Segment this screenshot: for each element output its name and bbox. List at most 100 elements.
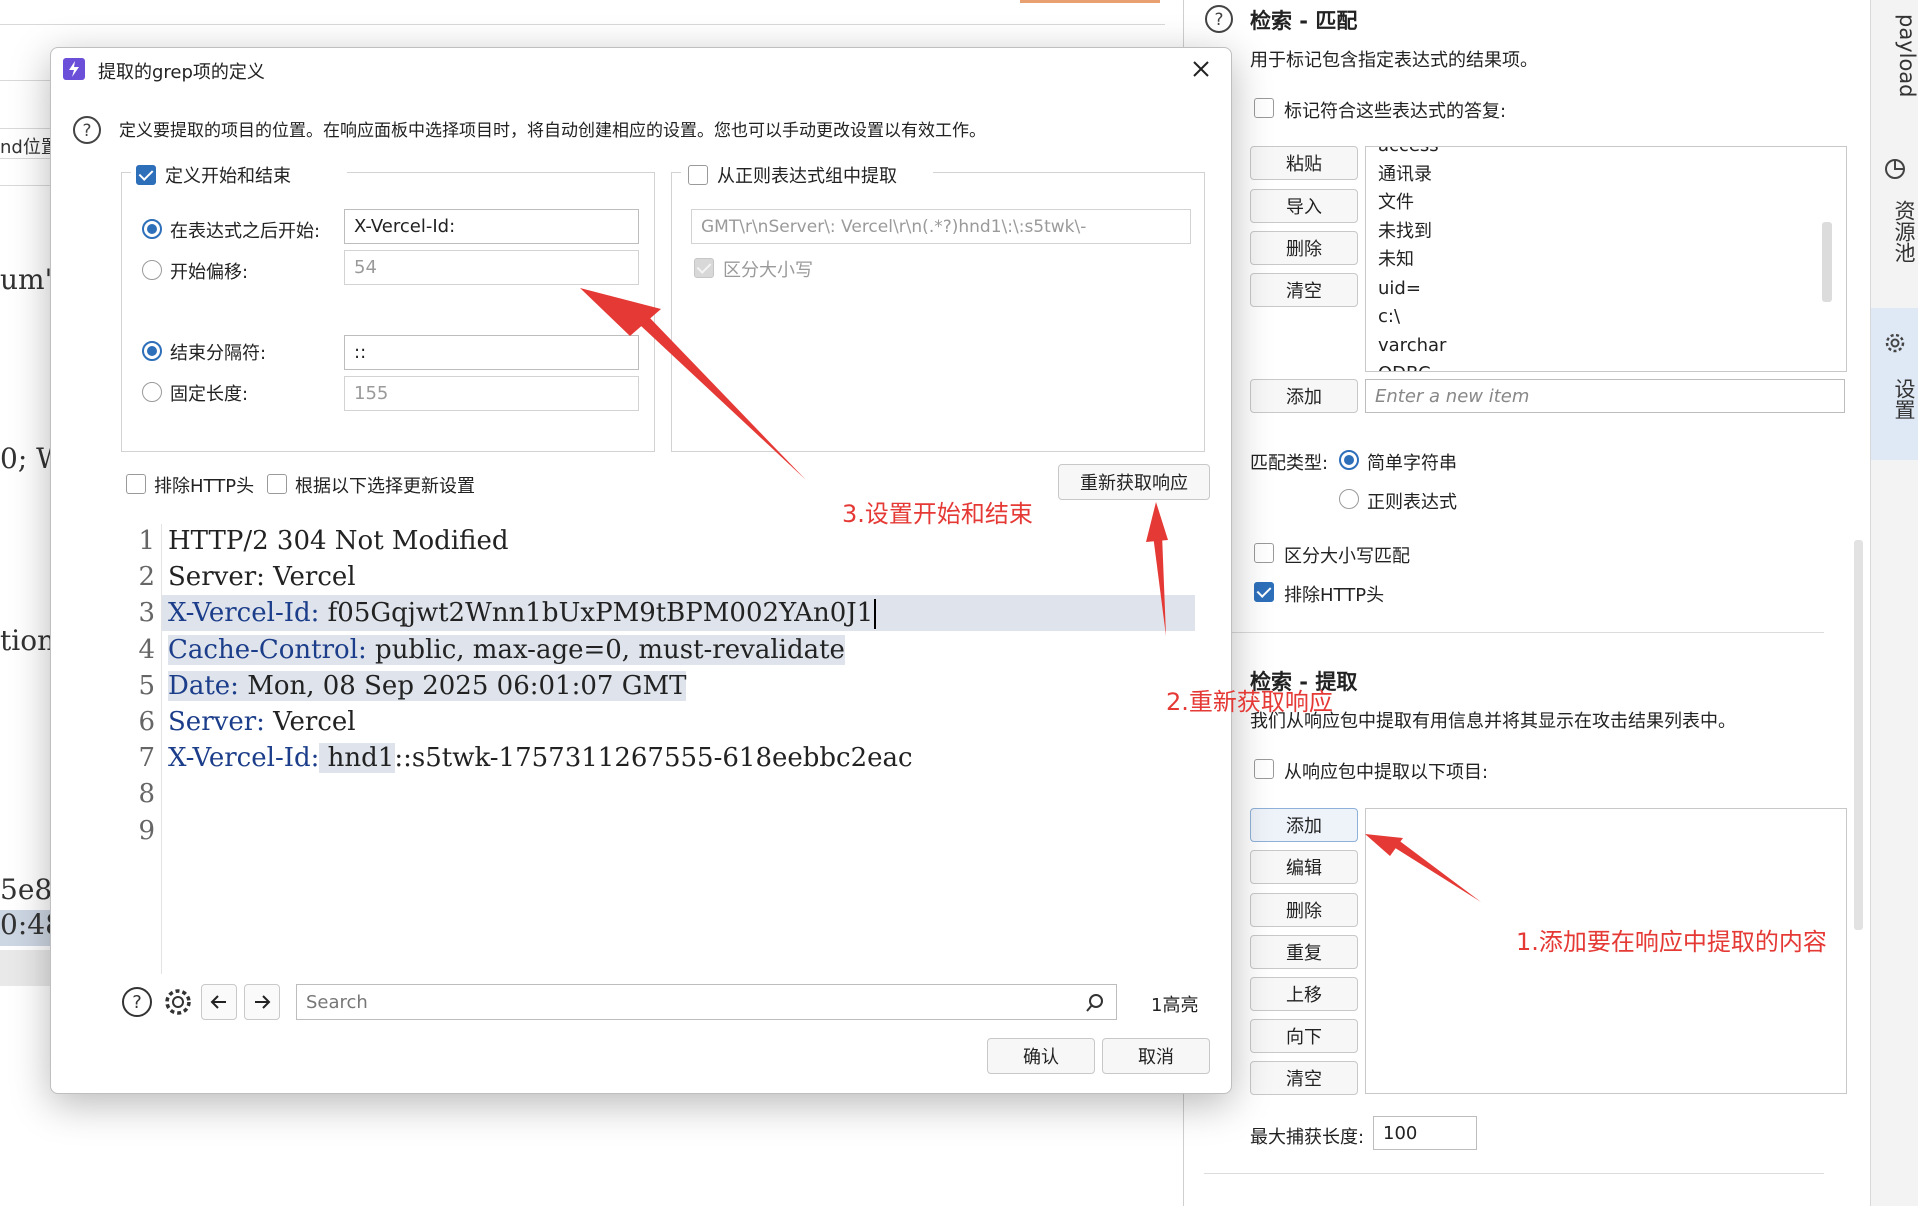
list-item[interactable]: 通讯录 <box>1366 161 1846 190</box>
simple-string-radio[interactable] <box>1339 450 1359 470</box>
flag-matching-checkbox[interactable] <box>1254 98 1274 118</box>
help-icon[interactable]: ? <box>1204 4 1234 34</box>
end-delimiter-input[interactable]: :: <box>344 335 639 370</box>
list-item[interactable]: access <box>1366 147 1846 161</box>
header-name: X-Vercel-Id: <box>168 598 320 629</box>
list-item[interactable]: 未找到 <box>1366 218 1846 247</box>
start-after-input[interactable]: X-Vercel-Id: <box>344 209 639 244</box>
section-divider <box>1224 632 1824 633</box>
settings-panel: ? 检索 - 匹配 用于标记包含指定表达式的结果项。 标记符合这些表达式的答复:… <box>1183 0 1869 1206</box>
tab-resource-pool[interactable]: 资源池 <box>1871 200 1918 263</box>
regex-input[interactable]: GMT\r\nServer\: Vercel\r\n(.*?)hnd1\:\:s… <box>691 209 1191 244</box>
svg-text:?: ? <box>132 992 142 1013</box>
new-item-input[interactable]: Enter a new item <box>1365 379 1845 413</box>
extract-items-checkbox[interactable] <box>1254 759 1274 779</box>
help-icon[interactable]: ? <box>121 986 153 1018</box>
clear-button[interactable]: 清空 <box>1250 273 1358 307</box>
end-delimiter-label: 结束分隔符: <box>170 343 267 364</box>
start-offset-input[interactable]: 54 <box>344 250 639 285</box>
define-start-end-label: 定义开始和结束 <box>165 166 291 187</box>
case-sensitive-label: 区分大小写匹配 <box>1284 546 1410 567</box>
refetch-response-button[interactable]: 重新获取响应 <box>1058 464 1210 500</box>
line-number: 9 <box>138 815 155 846</box>
exclude-http-checkbox[interactable] <box>126 474 146 494</box>
import-button[interactable]: 导入 <box>1250 189 1358 223</box>
match-section-title: 检索 - 匹配 <box>1250 9 1358 33</box>
header-value: Server: Vercel <box>168 562 356 593</box>
define-start-end-checkbox[interactable] <box>136 165 156 185</box>
list-item[interactable]: 文件 <box>1366 189 1846 218</box>
start-after-radio[interactable] <box>142 219 162 239</box>
gear-icon[interactable] <box>162 986 194 1018</box>
add-extract-button[interactable]: 添加 <box>1250 808 1358 842</box>
start-offset-label: 开始偏移: <box>170 262 249 283</box>
code-line: X-Vercel-Id: f05Gqjwt2Wnn1bUxPM9tBPM002Y… <box>168 598 877 630</box>
regex-group-checkbox[interactable] <box>688 165 708 185</box>
svg-text:?: ? <box>82 121 91 141</box>
gear-icon <box>1884 332 1906 354</box>
grep-extract-dialog: 提取的grep项的定义 ? 定义要提取的项目的位置。在响应面板中选择项目时，将自… <box>50 47 1232 1094</box>
line-number: 2 <box>138 562 155 593</box>
side-tab-bar: payload 资源池 设置 <box>1870 0 1918 1206</box>
duplicate-button[interactable]: 重复 <box>1250 935 1358 969</box>
move-down-button[interactable]: 向下 <box>1250 1019 1358 1053</box>
max-capture-length-label: 最大捕获长度: <box>1250 1127 1365 1148</box>
line-number: 4 <box>138 634 155 665</box>
case-sensitive-checkbox[interactable] <box>1254 543 1274 563</box>
header-value: public, max-age=0, must-revalidate <box>366 634 845 665</box>
update-config-label: 根据以下选择更新设置 <box>295 476 475 497</box>
list-scrollbar[interactable] <box>1822 222 1832 302</box>
ok-button[interactable]: 确认 <box>987 1038 1095 1074</box>
regex-case-checkbox[interactable] <box>694 258 714 278</box>
code-line: Cache-Control: public, max-age=0, must-r… <box>168 634 845 665</box>
header-value: hnd1::s5twk-1757311267555-618eebbc2eac <box>319 743 913 774</box>
add-item-button[interactable]: 添加 <box>1250 379 1358 413</box>
header-value: HTTP/2 304 Not Modified <box>168 526 509 556</box>
clear-extract-button[interactable]: 清空 <box>1250 1061 1358 1095</box>
start-offset-radio[interactable] <box>142 260 162 280</box>
regex-case-label: 区分大小写 <box>723 260 813 281</box>
list-item[interactable]: uid= <box>1366 275 1846 304</box>
exclude-http-headers-checkbox[interactable] <box>1254 582 1274 602</box>
search-icon[interactable] <box>1084 992 1106 1014</box>
regex-radio[interactable] <box>1339 489 1359 509</box>
extract-items-label: 从响应包中提取以下项目: <box>1284 762 1489 783</box>
code-line: Server: Vercel <box>168 707 356 737</box>
delete-button[interactable]: 删除 <box>1250 893 1358 927</box>
end-delimiter-radio[interactable] <box>142 341 162 361</box>
tab-settings[interactable]: 设置 <box>1871 378 1918 420</box>
close-icon[interactable] <box>1188 56 1214 82</box>
code-line: Date: Mon, 08 Sep 2025 06:01:07 GMT <box>168 670 687 701</box>
list-item[interactable]: ODBC <box>1366 360 1846 371</box>
remove-button[interactable]: 删除 <box>1250 231 1358 265</box>
annotation-step1: 1.添加要在响应中提取的内容 <box>1516 928 1827 956</box>
move-up-button[interactable]: 上移 <box>1250 977 1358 1011</box>
tab-payload[interactable]: payload <box>1871 14 1918 98</box>
fixed-length-radio[interactable] <box>142 382 162 402</box>
fixed-length-input[interactable]: 155 <box>344 376 639 411</box>
update-config-checkbox[interactable] <box>267 474 287 494</box>
panel-scrollbar[interactable] <box>1854 540 1863 930</box>
line-number: 8 <box>138 779 155 810</box>
list-item[interactable]: varchar <box>1366 332 1846 361</box>
next-arrow-icon[interactable] <box>244 984 280 1020</box>
exclude-http-label: 排除HTTP头 <box>154 476 255 497</box>
section-divider <box>1204 1173 1824 1174</box>
previous-arrow-icon[interactable] <box>201 984 237 1020</box>
match-expression-list[interactable]: access 通讯录 文件 未找到 未知 uid= c:\ varchar OD… <box>1365 146 1847 372</box>
list-item[interactable]: c:\ <box>1366 303 1846 332</box>
regex-group-label: 从正则表达式组中提取 <box>717 166 897 187</box>
edit-button[interactable]: 编辑 <box>1250 850 1358 884</box>
background-fragment: tion <box>0 624 56 657</box>
list-item[interactable]: 未知 <box>1366 246 1846 275</box>
help-icon[interactable]: ? <box>72 115 102 145</box>
header-value: Vercel <box>264 707 356 737</box>
cancel-button[interactable]: 取消 <box>1102 1038 1210 1074</box>
max-capture-length-input[interactable]: 100 <box>1373 1116 1477 1150</box>
header-value: f05Gqjwt2Wnn1bUxPM9tBPM002YAn0J1 <box>319 598 874 629</box>
paste-button[interactable]: 粘贴 <box>1250 146 1358 180</box>
code-line: HTTP/2 304 Not Modified <box>168 526 509 556</box>
fixed-length-label: 固定长度: <box>170 384 249 405</box>
search-input[interactable]: Search <box>296 984 1117 1020</box>
response-editor[interactable]: 1 HTTP/2 304 Not Modified 2 Server: Vercel 3… <box>121 524 1195 974</box>
